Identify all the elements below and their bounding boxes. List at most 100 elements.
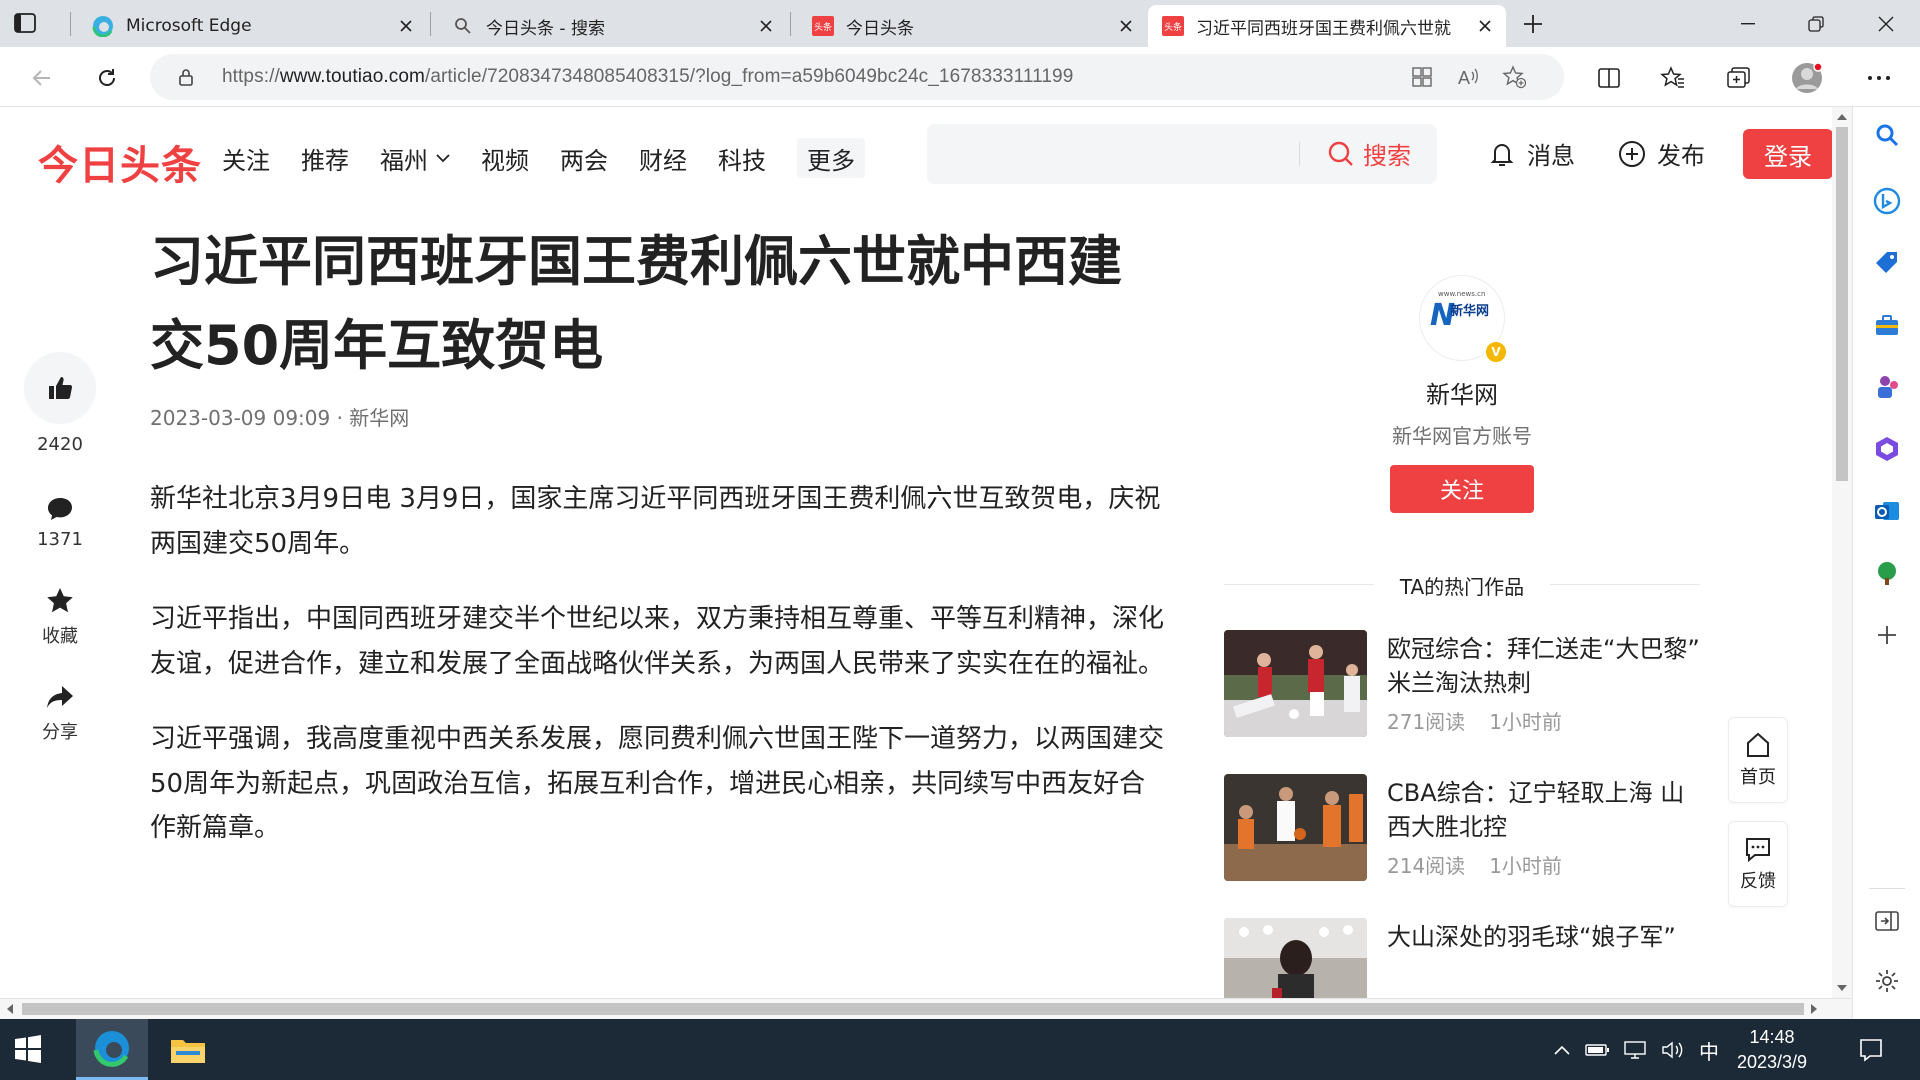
outlook-icon[interactable] — [1873, 497, 1901, 525]
start-button[interactable] — [14, 1035, 42, 1067]
url-text[interactable]: https://www.toutiao.com/article/72083473… — [222, 66, 1073, 88]
hot-work-thumbnail[interactable] — [1224, 918, 1367, 998]
app-available-icon[interactable] — [1410, 65, 1434, 89]
nav-item-recommend[interactable]: 推荐 — [301, 138, 349, 178]
volume-icon[interactable] — [1661, 1040, 1687, 1060]
messages-button[interactable]: 消息 — [1487, 136, 1575, 171]
search-button[interactable]: 搜索 — [1327, 136, 1411, 171]
hot-work-item[interactable]: 欧冠综合：拜仁送走“大巴黎” 米兰淘汰热刺 271阅读 1小时前 — [1224, 630, 1700, 738]
hot-work-title[interactable]: 欧冠综合：拜仁送走“大巴黎” 米兰淘汰热刺 — [1387, 632, 1707, 700]
hot-work-thumbnail[interactable] — [1224, 774, 1367, 881]
scroll-left-arrow-icon[interactable] — [4, 1003, 16, 1015]
comment-button[interactable]: 1371 — [24, 495, 96, 550]
add-sidebar-app-icon[interactable] — [1873, 621, 1901, 649]
hide-sidebar-icon[interactable] — [1873, 907, 1901, 935]
hot-work-item[interactable]: CBA综合：辽宁轻取上海 山西大胜北控 214阅读 1小时前 — [1224, 774, 1700, 882]
taskbar-edge[interactable] — [76, 1019, 148, 1080]
follow-button[interactable]: 关注 — [1390, 465, 1534, 513]
vertical-scrollbar[interactable] — [1832, 107, 1852, 998]
author-avatar[interactable]: www.news.cn N 新华网 V — [1419, 275, 1508, 364]
horizontal-scrollbar[interactable] — [0, 998, 1852, 1019]
refresh-button[interactable] — [90, 61, 124, 95]
taskbar-clock[interactable]: 14:48 2023/3/9 — [1726, 1025, 1818, 1075]
plus-circle-icon — [1619, 140, 1645, 167]
shopping-tag-icon[interactable] — [1873, 249, 1901, 277]
tab-toutiao-home[interactable]: 头条 今日头条 — [792, 5, 1147, 47]
bing-chat-icon[interactable] — [1873, 187, 1901, 215]
split-screen-icon[interactable] — [1592, 61, 1626, 95]
nav-item-tech[interactable]: 科技 — [718, 138, 766, 178]
tab-actions-button[interactable] — [12, 10, 58, 38]
messages-label: 消息 — [1527, 142, 1575, 170]
hot-work-thumbnail[interactable] — [1224, 630, 1367, 737]
close-tab-icon[interactable] — [393, 13, 419, 39]
restore-button[interactable] — [1782, 0, 1850, 47]
close-window-button[interactable] — [1852, 0, 1920, 47]
toutiao-favicon-text: 头条 — [814, 21, 832, 33]
ime-indicator[interactable]: 中 — [1699, 1036, 1719, 1065]
hot-work-title[interactable]: CBA综合：辽宁轻取上海 山西大胜北控 — [1387, 776, 1707, 844]
home-float-button[interactable]: 首页 — [1728, 717, 1788, 803]
login-button[interactable]: 登录 — [1743, 129, 1833, 179]
favorites-icon[interactable] — [1656, 61, 1690, 95]
profile-avatar[interactable] — [1790, 61, 1824, 95]
back-button[interactable] — [25, 61, 59, 95]
toutiao-icon: 头条 — [812, 15, 834, 37]
address-bar[interactable]: https://www.toutiao.com/article/72083473… — [150, 54, 1564, 100]
read-aloud-icon[interactable]: A — [1456, 65, 1480, 89]
author-name[interactable]: 新华网 — [1224, 375, 1700, 410]
scroll-down-arrow-icon[interactable] — [1835, 981, 1849, 995]
scrollbar-thumb[interactable] — [22, 1003, 1804, 1015]
scroll-up-arrow-icon[interactable] — [1835, 110, 1849, 124]
site-logo[interactable]: 今日头条 — [38, 133, 202, 191]
nav-item-label: 福州 — [380, 146, 428, 175]
tab-edge[interactable]: Microsoft Edge — [72, 5, 427, 47]
scroll-right-arrow-icon[interactable] — [1808, 1003, 1820, 1015]
lock-icon[interactable] — [176, 67, 196, 87]
battery-icon[interactable] — [1585, 1042, 1611, 1058]
tab-separator — [790, 12, 791, 36]
scrollbar-thumb[interactable] — [1836, 127, 1848, 481]
sidebar-search-icon[interactable] — [1873, 121, 1901, 149]
tools-icon[interactable] — [1873, 311, 1901, 339]
nav-item-fuzhou[interactable]: 福州 — [380, 138, 450, 178]
nav-item-video[interactable]: 视频 — [481, 138, 529, 178]
close-tab-icon[interactable] — [753, 13, 779, 39]
tab-article[interactable]: 头条 习近平同西班牙国王费利佩六世就 — [1148, 5, 1506, 47]
office-icon[interactable] — [1873, 435, 1901, 463]
collect-button[interactable]: 收藏 — [24, 586, 96, 648]
show-hidden-icons-chevron-icon[interactable] — [1553, 1044, 1571, 1056]
hot-work-title[interactable]: 大山深处的羽毛球“娘子军” — [1387, 920, 1707, 954]
close-tab-icon[interactable] — [1113, 13, 1139, 39]
minimize-button[interactable] — [1714, 0, 1782, 47]
folder-icon — [171, 1039, 205, 1063]
nav-item-finance[interactable]: 财经 — [639, 138, 687, 178]
avatar-logo-url: www.news.cn — [1438, 290, 1486, 298]
tab-title: Microsoft Edge — [126, 16, 252, 36]
feedback-float-button[interactable]: 反馈 — [1728, 821, 1788, 907]
hot-work-item[interactable]: 大山深处的羽毛球“娘子军” — [1224, 918, 1700, 998]
publish-button[interactable]: 发布 — [1617, 136, 1705, 171]
notification-center-icon[interactable] — [1858, 1037, 1884, 1067]
share-button[interactable]: 分享 — [24, 684, 96, 744]
tree-icon[interactable] — [1873, 559, 1901, 587]
nav-item-more[interactable]: 更多 — [797, 138, 865, 178]
settings-more-icon[interactable] — [1862, 61, 1896, 95]
nav-item-follow[interactable]: 关注 — [222, 138, 270, 178]
close-tab-icon[interactable] — [1472, 13, 1498, 39]
taskbar-file-explorer[interactable] — [152, 1019, 224, 1080]
add-favorite-icon[interactable] — [1502, 65, 1526, 89]
like-button[interactable] — [24, 352, 96, 424]
article-meta: 2023-03-09 09:09 · 新华网 — [150, 406, 410, 430]
nav-item-two-sessions[interactable]: 两会 — [560, 138, 608, 178]
network-icon[interactable] — [1623, 1040, 1649, 1060]
games-icon[interactable] — [1873, 373, 1901, 401]
new-tab-button[interactable] — [1518, 9, 1548, 39]
tab-search[interactable]: 今日头条 - 搜索 — [432, 5, 787, 47]
site-header: 今日头条 关注 推荐 福州 视频 两会 财经 科技 更多 搜索 消息 发布 登录 — [0, 107, 1833, 205]
share-label: 分享 — [42, 722, 78, 743]
search-box[interactable]: 搜索 — [927, 124, 1437, 184]
hot-works-title: TA的热门作品 — [1399, 575, 1525, 599]
sidebar-settings-icon[interactable] — [1873, 967, 1901, 995]
collections-icon[interactable] — [1722, 61, 1756, 95]
